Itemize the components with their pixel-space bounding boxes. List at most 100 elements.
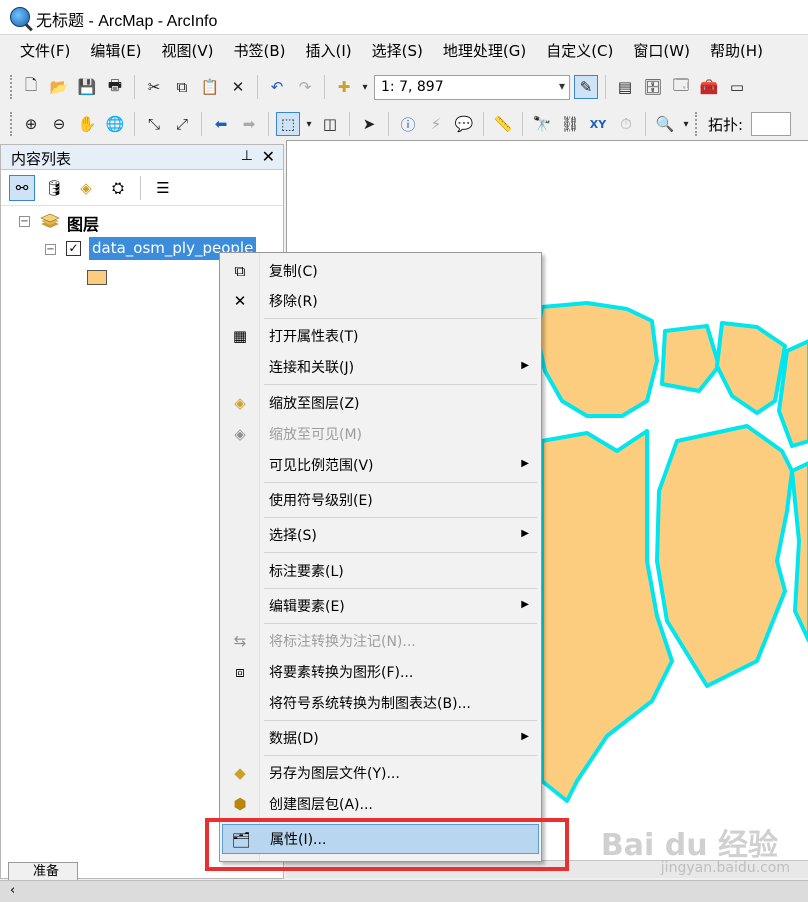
find-binoculars-icon[interactable]: 🔭 xyxy=(530,112,554,136)
menu-item-convert-labels-to-annotation[interactable]: ⇆ 将标注转换为注记(N)... xyxy=(222,626,539,656)
scroll-left-icon[interactable]: ‹ xyxy=(10,883,15,898)
toolbar-grip[interactable] xyxy=(10,112,13,136)
zoom-out-icon[interactable]: ⊖ xyxy=(47,112,71,136)
menu-item-use-symbol-levels[interactable]: 使用符号级别(E) xyxy=(222,485,539,515)
undo-icon[interactable]: ↶ xyxy=(265,75,289,99)
full-extent-globe-icon[interactable]: 🌐 xyxy=(103,112,127,136)
search-window-icon[interactable]: 🗔 xyxy=(669,75,693,99)
menu-item-edit-features[interactable]: 编辑要素(E) ▶ xyxy=(222,591,539,621)
menu-bookmarks[interactable]: 书签(B) xyxy=(224,37,296,65)
list-by-drawing-order-icon[interactable]: ⚯ xyxy=(9,174,35,201)
toc-options-icon[interactable]: ☰ xyxy=(150,175,176,201)
pan-hand-icon[interactable]: ✋ xyxy=(75,112,99,136)
toolbar-options-icon[interactable]: ▾ xyxy=(681,112,691,136)
layer-visibility-checkbox[interactable]: ✓ xyxy=(66,241,81,256)
save-icon[interactable]: 💾 xyxy=(75,75,99,99)
collapse-layer-icon[interactable]: − xyxy=(45,244,56,255)
menu-item-data[interactable]: 数据(D) ▶ xyxy=(222,723,539,753)
magnifier-window-icon[interactable]: 🔍 xyxy=(653,112,677,136)
add-data-icon[interactable]: ✚ xyxy=(332,75,356,99)
standard-toolbar: 🗋 📂 💾 🖶 ✂ ⧉ 📋 ✕ ↶ ↷ ✚ ▾ 1: 7, 897 ▾ ✎ ▤ … xyxy=(0,69,808,105)
close-icon[interactable]: ✕ xyxy=(262,147,275,166)
menu-geoprocessing[interactable]: 地理处理(G) xyxy=(433,37,536,65)
select-elements-arrow-icon[interactable]: ➤ xyxy=(357,112,381,136)
time-slider-icon[interactable]: ⏱ xyxy=(614,112,638,136)
layer-file-icon: ◆ xyxy=(234,764,246,782)
menu-view[interactable]: 视图(V) xyxy=(152,37,224,65)
hyperlink-icon[interactable]: ⚡ xyxy=(424,112,448,136)
table-of-contents-icon[interactable]: ▤ xyxy=(613,75,637,99)
open-folder-icon[interactable]: 📂 xyxy=(47,75,71,99)
html-popup-icon[interactable]: 💬 xyxy=(452,112,476,136)
menu-item-copy[interactable]: ⧉ 复制(C) xyxy=(222,256,539,286)
menu-item-convert-features-to-graphics[interactable]: ⧈ 将要素转换为图形(F)... xyxy=(222,657,539,687)
new-document-icon[interactable]: 🗋 xyxy=(19,75,43,99)
menu-selection[interactable]: 选择(S) xyxy=(362,37,433,65)
menu-item-label-features[interactable]: 标注要素(L) xyxy=(222,556,539,586)
clear-selection-icon[interactable]: ◫ xyxy=(318,112,342,136)
list-by-visibility-icon[interactable]: ◈ xyxy=(73,175,99,201)
map-polygon xyxy=(715,321,787,415)
arctoolbox-icon[interactable]: 🧰 xyxy=(697,75,721,99)
menu-edit[interactable]: 编辑(E) xyxy=(80,37,151,65)
submenu-arrow-icon: ▶ xyxy=(521,360,529,371)
catalog-icon[interactable]: 🗄 xyxy=(641,75,665,99)
cut-icon[interactable]: ✂ xyxy=(142,75,166,99)
menu-insert[interactable]: 插入(I) xyxy=(296,37,362,65)
fixed-zoom-in-icon[interactable]: ⤡ xyxy=(142,112,166,136)
menu-item-create-layer-package[interactable]: ⬢ 创建图层包(A)... xyxy=(222,789,539,819)
editor-toolbar-icon[interactable]: ✎ xyxy=(574,75,598,99)
menu-item-remove[interactable]: ✕ 移除(R) xyxy=(222,286,539,316)
menu-item-zoom-to-visible[interactable]: ◈ 缩放至可见(M) xyxy=(222,419,539,449)
menu-windows[interactable]: 窗口(W) xyxy=(623,37,700,65)
collapse-layers-icon[interactable]: − xyxy=(19,216,30,227)
python-window-icon[interactable]: ▭ xyxy=(725,75,749,99)
toolbar-grip[interactable] xyxy=(10,75,13,99)
list-by-source-icon[interactable]: 🛢 xyxy=(41,175,67,201)
back-arrow-icon[interactable]: ⬅ xyxy=(209,112,233,136)
redo-icon[interactable]: ↷ xyxy=(293,75,317,99)
topology-label: 拓扑: xyxy=(708,115,744,134)
menu-item-save-as-layer-file[interactable]: ◆ 另存为图层文件(Y)... xyxy=(222,758,539,788)
layer-context-menu: ⧉ 复制(C) ✕ 移除(R) ▦ 打开属性表(T) 连接和关联(J) ▶ ◈ … xyxy=(219,252,542,862)
toolbar-grip[interactable] xyxy=(695,112,698,136)
bottom-tab[interactable]: 准备 xyxy=(8,862,78,882)
layer-symbol-swatch[interactable] xyxy=(87,270,107,285)
menu-item-label: 将符号系统转换为制图表达(B)... xyxy=(269,696,471,712)
menu-item-joins-relates[interactable]: 连接和关联(J) ▶ xyxy=(222,352,539,382)
menu-item-visible-scale-range[interactable]: 可见比例范围(V) ▶ xyxy=(222,450,539,480)
menu-item-label: 打开属性表(T) xyxy=(269,329,359,345)
map-scale-combobox[interactable]: 1: 7, 897 ▾ xyxy=(374,74,570,100)
menu-customize[interactable]: 自定义(C) xyxy=(536,37,623,65)
forward-arrow-icon[interactable]: ➡ xyxy=(237,112,261,136)
menu-separator xyxy=(264,517,537,518)
menu-file[interactable]: 文件(F) xyxy=(10,37,80,65)
measure-icon[interactable]: 📏 xyxy=(491,112,515,136)
copy-icon[interactable]: ⧉ xyxy=(170,75,194,99)
find-route-icon[interactable]: ⛓ xyxy=(558,112,582,136)
zoom-visible-icon: ◈ xyxy=(234,425,246,443)
go-to-xy-icon[interactable]: XY xyxy=(586,112,610,136)
pin-icon[interactable]: ⊥ xyxy=(241,148,253,164)
print-icon[interactable]: 🖶 xyxy=(103,75,127,99)
menu-item-convert-symbology-to-representation[interactable]: 将符号系统转换为制图表达(B)... xyxy=(222,688,539,718)
menu-item-selection[interactable]: 选择(S) ▶ xyxy=(222,520,539,550)
title-bar: 无标题 - ArcMap - ArcInfo xyxy=(0,0,808,35)
add-data-dropdown-icon[interactable]: ▾ xyxy=(360,75,370,99)
delete-icon[interactable]: ✕ xyxy=(226,75,250,99)
layers-group-label[interactable]: 图层 xyxy=(67,211,99,235)
menu-help[interactable]: 帮助(H) xyxy=(700,37,773,65)
toolbar-separator xyxy=(605,75,606,99)
paste-icon[interactable]: 📋 xyxy=(198,75,222,99)
list-by-selection-icon[interactable]: ⛭ xyxy=(105,175,131,201)
menu-item-zoom-to-layer[interactable]: ◈ 缩放至图层(Z) xyxy=(222,388,539,418)
topology-combobox[interactable] xyxy=(751,112,792,136)
fixed-zoom-out-icon[interactable]: ⤢ xyxy=(170,112,194,136)
layers-stack-icon xyxy=(40,213,60,228)
chevron-down-icon[interactable]: ▾ xyxy=(559,79,565,93)
identify-icon[interactable]: ⓘ xyxy=(396,112,420,136)
select-dropdown-icon[interactable]: ▾ xyxy=(304,112,314,136)
zoom-in-icon[interactable]: ⊕ xyxy=(19,112,43,136)
menu-item-open-attribute-table[interactable]: ▦ 打开属性表(T) xyxy=(222,321,539,351)
select-features-icon[interactable]: ⬚ xyxy=(276,112,300,136)
